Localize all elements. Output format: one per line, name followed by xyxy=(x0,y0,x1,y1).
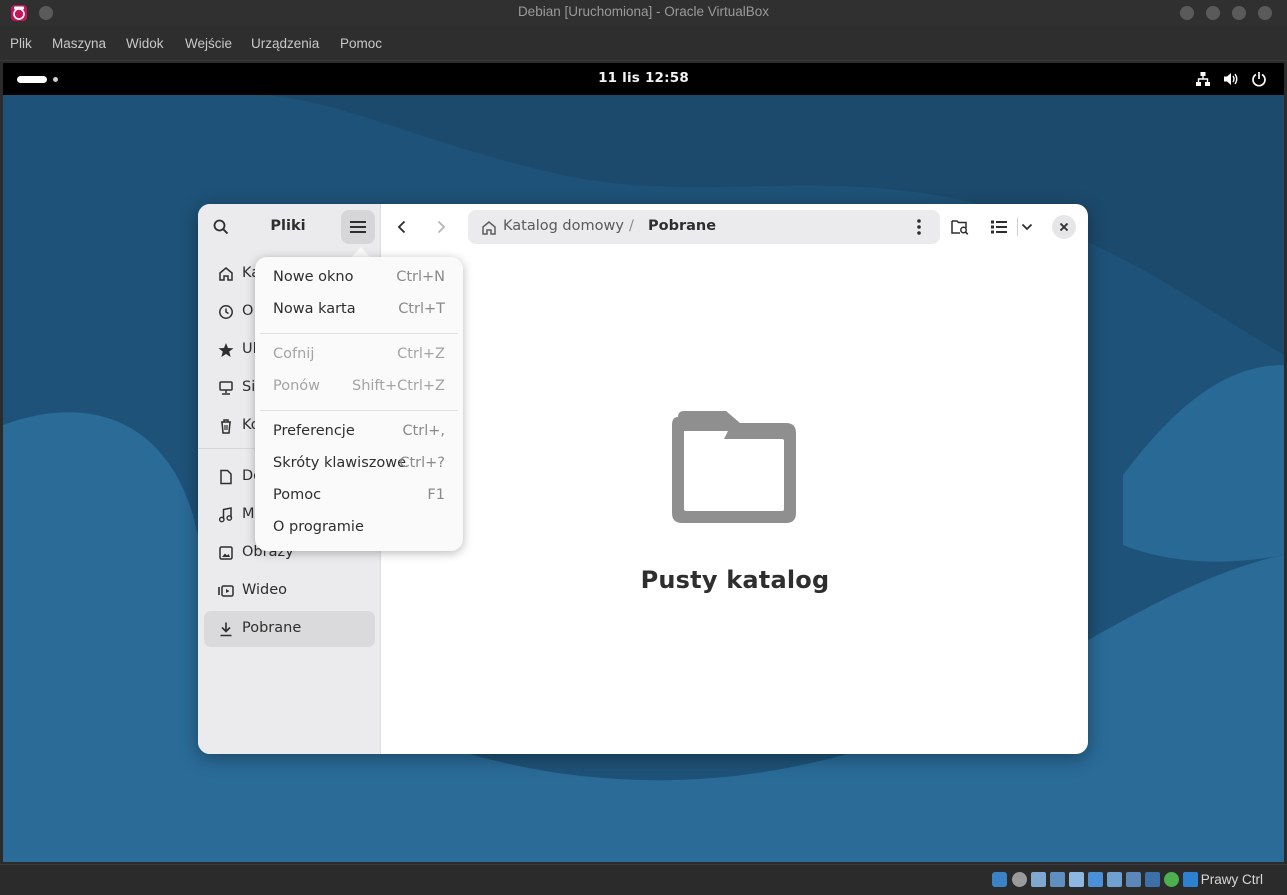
trash-icon xyxy=(221,419,231,434)
pathbar-home[interactable]: Katalog domowy xyxy=(503,218,624,234)
shared-folders-icon[interactable] xyxy=(1088,872,1103,887)
minimize-button[interactable] xyxy=(1180,6,1194,20)
view-mode-button[interactable] xyxy=(982,210,1016,244)
download-icon xyxy=(220,622,232,637)
image-icon xyxy=(219,546,233,560)
folder-search-icon xyxy=(951,220,969,235)
star-icon xyxy=(218,343,234,357)
mouse-integration-icon[interactable] xyxy=(1164,872,1179,887)
display-icon[interactable] xyxy=(1107,872,1122,887)
recording-icon[interactable] xyxy=(1126,872,1141,887)
menu-separator xyxy=(260,333,458,334)
chevron-right-icon xyxy=(437,220,446,234)
pathbar-separator: / xyxy=(629,218,634,234)
window-title: Debian [Uruchomiona] - Oracle VirtualBox xyxy=(517,4,770,19)
close-button[interactable] xyxy=(1258,6,1272,20)
power-icon[interactable] xyxy=(1251,71,1267,87)
menu-urzadzenia[interactable]: Urządzenia xyxy=(251,36,319,51)
pathbar: Katalog domowy / Pobrane xyxy=(468,210,940,244)
menu-item-redo: Ponów Shift+Ctrl+Z xyxy=(273,378,445,394)
menu-item-preferences[interactable]: Preferencje Ctrl+, xyxy=(255,416,463,448)
optical-drive-icon[interactable] xyxy=(1012,872,1027,887)
menu-wejscie[interactable]: Wejście xyxy=(185,36,232,51)
menu-item-new-window[interactable]: Nowe okno Ctrl+N xyxy=(255,262,463,294)
document-icon xyxy=(220,469,232,485)
volume-icon[interactable] xyxy=(1223,71,1239,87)
host-key-label: Prawy Ctrl xyxy=(1200,872,1263,887)
usb-icon[interactable] xyxy=(1069,872,1084,887)
back-button[interactable] xyxy=(385,210,419,244)
main-menu-button[interactable] xyxy=(341,210,375,244)
menu-item-undo: Cofnij Ctrl+Z xyxy=(273,346,445,362)
close-icon xyxy=(1059,222,1069,232)
menu-maszyna[interactable]: Maszyna xyxy=(52,36,106,51)
menu-pomoc[interactable]: Pomoc xyxy=(340,36,382,51)
menu-item-about[interactable]: O programie xyxy=(255,512,463,544)
main-menu-popover: Nowe okno Ctrl+N Nowa karta Ctrl+T Cofni… xyxy=(255,257,463,551)
vbox-menubar: Plik Maszyna Widok Wejście Urządzenia Po… xyxy=(0,26,1287,61)
forward-button[interactable] xyxy=(424,210,458,244)
content-header: Katalog domowy / Pobrane xyxy=(382,204,1088,250)
network-icon[interactable] xyxy=(1195,71,1211,87)
gnome-topbar: 11 lis 12:58 xyxy=(3,63,1284,95)
sidebar-item-videos[interactable]: Wideo xyxy=(204,573,375,609)
menu-item-new-tab[interactable]: Nowa karta Ctrl+T xyxy=(255,294,463,326)
maximize-button[interactable] xyxy=(1206,6,1220,20)
empty-state-title: Pusty katalog xyxy=(640,566,830,594)
menu-widok[interactable]: Widok xyxy=(126,36,164,51)
clock[interactable]: 11 lis 12:58 xyxy=(3,70,1284,86)
list-view-icon xyxy=(991,220,1007,234)
home-icon xyxy=(219,267,233,281)
audio-icon[interactable] xyxy=(1031,872,1046,887)
vbox-statusbar: Prawy Ctrl xyxy=(0,864,1287,895)
search-folder-button[interactable] xyxy=(943,210,977,244)
hard-disk-icon[interactable] xyxy=(992,872,1007,887)
menu-separator xyxy=(260,410,458,411)
menu-item-keyboard-shortcuts[interactable]: Skróty klawiszowe Ctrl+? xyxy=(255,448,463,480)
recent-icon xyxy=(219,305,233,319)
chevron-left-icon xyxy=(397,220,406,234)
kebab-menu-icon[interactable] xyxy=(916,218,922,236)
cpu-icon[interactable] xyxy=(1145,872,1160,887)
chevron-down-icon xyxy=(1021,223,1033,231)
window-close-button[interactable] xyxy=(1052,215,1076,239)
sidebar-item-downloads[interactable]: Pobrane xyxy=(204,611,375,647)
menu-plik[interactable]: Plik xyxy=(10,36,32,51)
guest-display[interactable]: 11 lis 12:58 Pliki Ka O Ul Si Ko Do M Ob… xyxy=(3,63,1284,862)
video-icon xyxy=(218,585,234,597)
pathbar-current[interactable]: Pobrane xyxy=(648,218,716,234)
hamburger-menu-icon xyxy=(350,221,366,233)
music-icon xyxy=(218,507,233,523)
folder-icon xyxy=(672,411,796,523)
menu-item-help[interactable]: Pomoc F1 xyxy=(255,480,463,512)
network-adapter-icon[interactable] xyxy=(1050,872,1065,887)
vbox-titlebar: Debian [Uruchomiona] - Oracle VirtualBox xyxy=(0,0,1287,26)
keyboard-capture-icon[interactable] xyxy=(1183,872,1198,887)
shade-button[interactable] xyxy=(1232,6,1246,20)
home-icon xyxy=(482,221,496,235)
network-icon xyxy=(219,381,233,395)
view-options-button[interactable] xyxy=(1012,210,1042,244)
